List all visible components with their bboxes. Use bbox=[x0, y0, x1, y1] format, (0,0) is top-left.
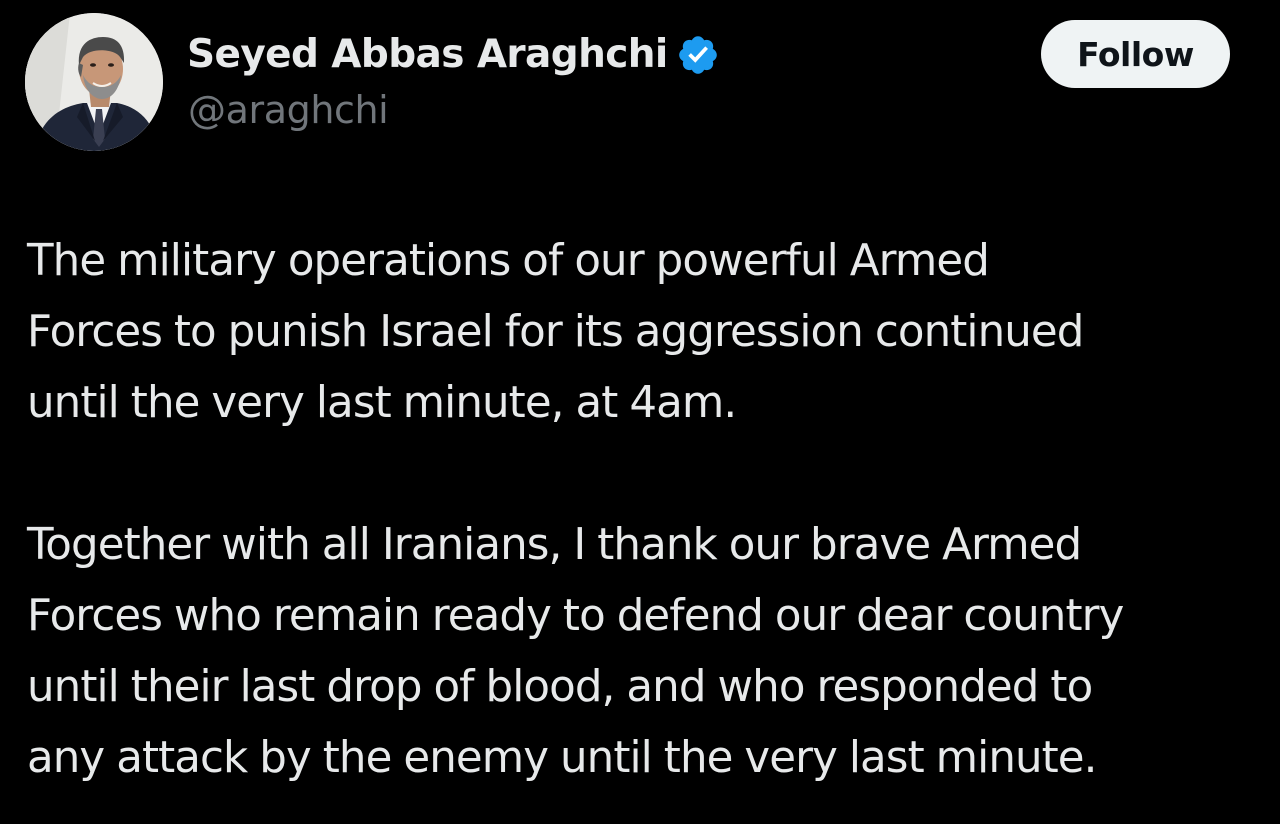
tweet-paragraph-1: The military operations of our powerful … bbox=[27, 226, 1262, 439]
tweet-text: The military operations of our powerful … bbox=[27, 226, 1262, 794]
avatar-image bbox=[25, 13, 163, 151]
tweet-text-line: Together with all Iranians, I thank our … bbox=[27, 520, 1082, 570]
tweet-text-line: Forces who remain ready to defend our de… bbox=[27, 591, 1124, 641]
tweet-text-line: any attack by the enemy until the very l… bbox=[27, 733, 1098, 783]
tweet-text-line: until the very last minute, at 4am. bbox=[27, 378, 737, 428]
author-display-name[interactable]: Seyed Abbas Araghchi bbox=[187, 32, 668, 77]
tweet-paragraph-2: Together with all Iranians, I thank our … bbox=[27, 510, 1262, 794]
tweet: Seyed Abbas Araghchi @araghchi Follow Th… bbox=[0, 0, 1280, 824]
verified-badge-icon[interactable] bbox=[676, 33, 720, 77]
author-name-row: Seyed Abbas Araghchi bbox=[187, 26, 720, 82]
tweet-text-line: until their last drop of blood, and who … bbox=[27, 662, 1093, 712]
avatar[interactable] bbox=[25, 13, 163, 151]
author-handle[interactable]: @araghchi bbox=[188, 88, 389, 132]
tweet-text-line: The military operations of our powerful … bbox=[27, 236, 990, 286]
follow-button[interactable]: Follow bbox=[1041, 20, 1230, 88]
tweet-text-line: Forces to punish Israel for its aggressi… bbox=[27, 307, 1084, 357]
